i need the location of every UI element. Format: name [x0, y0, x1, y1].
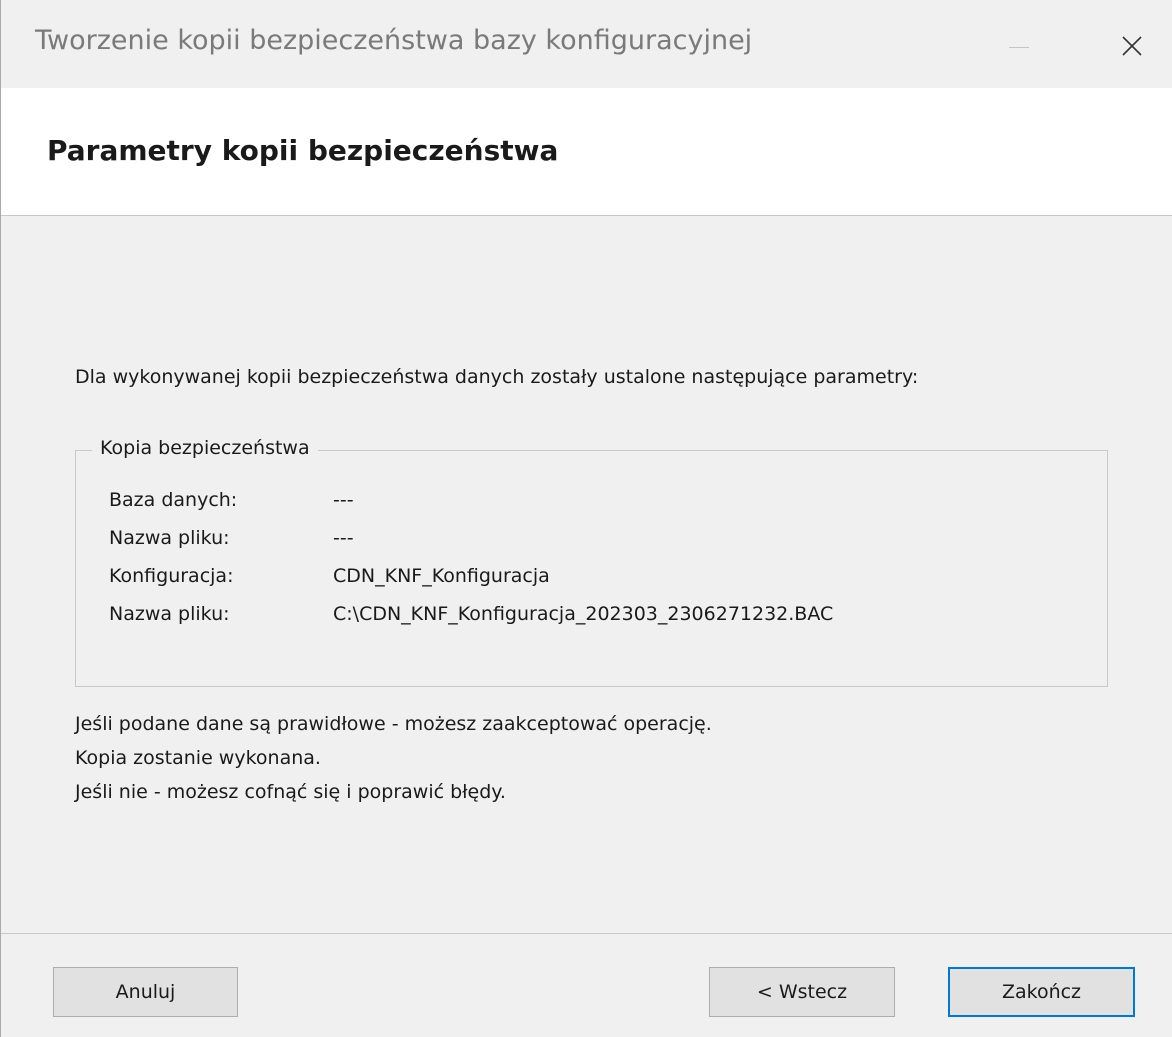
close-icon: [1122, 36, 1142, 56]
wizard-header: Parametry kopii bezpieczeństwa: [1, 88, 1172, 216]
note-line: Jeśli podane dane są prawidłowe - możesz…: [75, 713, 712, 735]
intro-text: Dla wykonywanej kopii bezpieczeństwa dan…: [75, 366, 919, 388]
note-line: Kopia zostanie wykonana.: [75, 747, 321, 769]
param-label: Konfiguracja:: [109, 565, 234, 587]
dialog-window: Tworzenie kopii bezpieczeństwa bazy konf…: [0, 0, 1172, 1037]
minimize-button[interactable]: [993, 10, 1053, 80]
window-title: Tworzenie kopii bezpieczeństwa bazy konf…: [35, 25, 753, 56]
param-value: CDN_KNF_Konfiguracja: [333, 565, 550, 587]
param-value: C:\CDN_KNF_Konfiguracja_202303_230627123…: [333, 603, 834, 625]
back-button[interactable]: < Wstecz: [709, 967, 895, 1017]
title-bar[interactable]: Tworzenie kopii bezpieczeństwa bazy konf…: [1, 0, 1172, 88]
param-label: Nazwa pliku:: [109, 603, 230, 625]
finish-button[interactable]: Zakończ: [948, 967, 1135, 1017]
param-value: ---: [333, 489, 354, 511]
wizard-footer: Anuluj < Wstecz Zakończ: [1, 934, 1172, 1037]
param-value: ---: [333, 527, 354, 549]
page-title: Parametry kopii bezpieczeństwa: [47, 134, 559, 167]
wizard-content: Dla wykonywanej kopii bezpieczeństwa dan…: [1, 216, 1172, 934]
minimize-icon: [1009, 47, 1029, 48]
close-button[interactable]: [1103, 10, 1163, 80]
note-line: Jeśli nie - możesz cofnąć się i poprawić…: [75, 781, 506, 803]
groupbox-legend: Kopia bezpieczeństwa: [92, 437, 318, 459]
backup-groupbox: Kopia bezpieczeństwa Baza danych: --- Na…: [75, 437, 1108, 687]
param-label: Nazwa pliku:: [109, 527, 230, 549]
cancel-button[interactable]: Anuluj: [53, 967, 238, 1017]
param-label: Baza danych:: [109, 489, 238, 511]
